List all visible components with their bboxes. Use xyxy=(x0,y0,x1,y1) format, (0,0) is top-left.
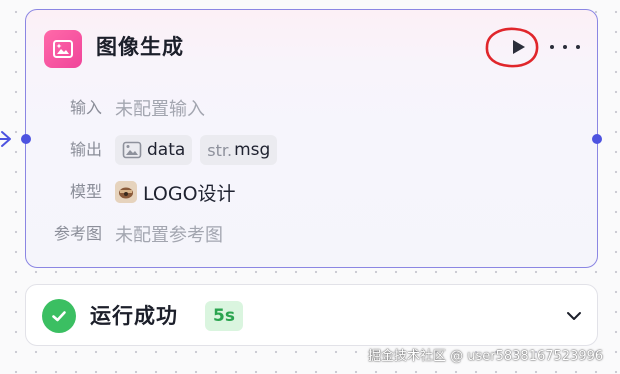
more-horizontal-icon xyxy=(550,45,554,49)
output-tag-msg[interactable]: str. msg xyxy=(200,135,278,165)
duration-badge: 5s xyxy=(205,301,243,331)
play-icon xyxy=(513,40,525,54)
output-tag-msg-text: msg xyxy=(234,140,271,160)
model-avatar xyxy=(115,181,137,203)
image-sparkle-icon xyxy=(44,30,82,68)
reference-value[interactable]: 未配置参考图 xyxy=(115,221,223,247)
run-button[interactable] xyxy=(481,23,541,71)
incoming-edge-arrow-icon xyxy=(0,131,11,147)
reference-label: 参考图 xyxy=(53,224,102,243)
output-tag-data[interactable]: data xyxy=(115,135,193,165)
more-options-button[interactable] xyxy=(550,38,580,56)
watermark: 掘金技术社区 @ user5838167523996 xyxy=(368,349,604,364)
node-title: 图像生成 xyxy=(96,35,184,59)
input-label: 输入 xyxy=(69,98,102,117)
output-tag-data-text: data xyxy=(147,140,186,160)
input-port[interactable] xyxy=(21,134,31,144)
model-label: 模型 xyxy=(69,182,102,201)
output-label: 输出 xyxy=(69,140,102,159)
image-icon xyxy=(122,141,142,159)
input-value[interactable]: 未配置输入 xyxy=(115,95,205,121)
output-port[interactable] xyxy=(592,134,602,144)
expand-button[interactable] xyxy=(563,305,585,327)
status-text: 运行成功 xyxy=(90,304,178,328)
string-type-prefix: str. xyxy=(207,140,233,160)
check-circle-icon xyxy=(42,299,76,333)
chevron-down-icon xyxy=(567,312,581,320)
model-value[interactable]: LOGO设计 xyxy=(143,179,236,206)
run-status-card[interactable]: 运行成功 5s xyxy=(25,284,598,346)
